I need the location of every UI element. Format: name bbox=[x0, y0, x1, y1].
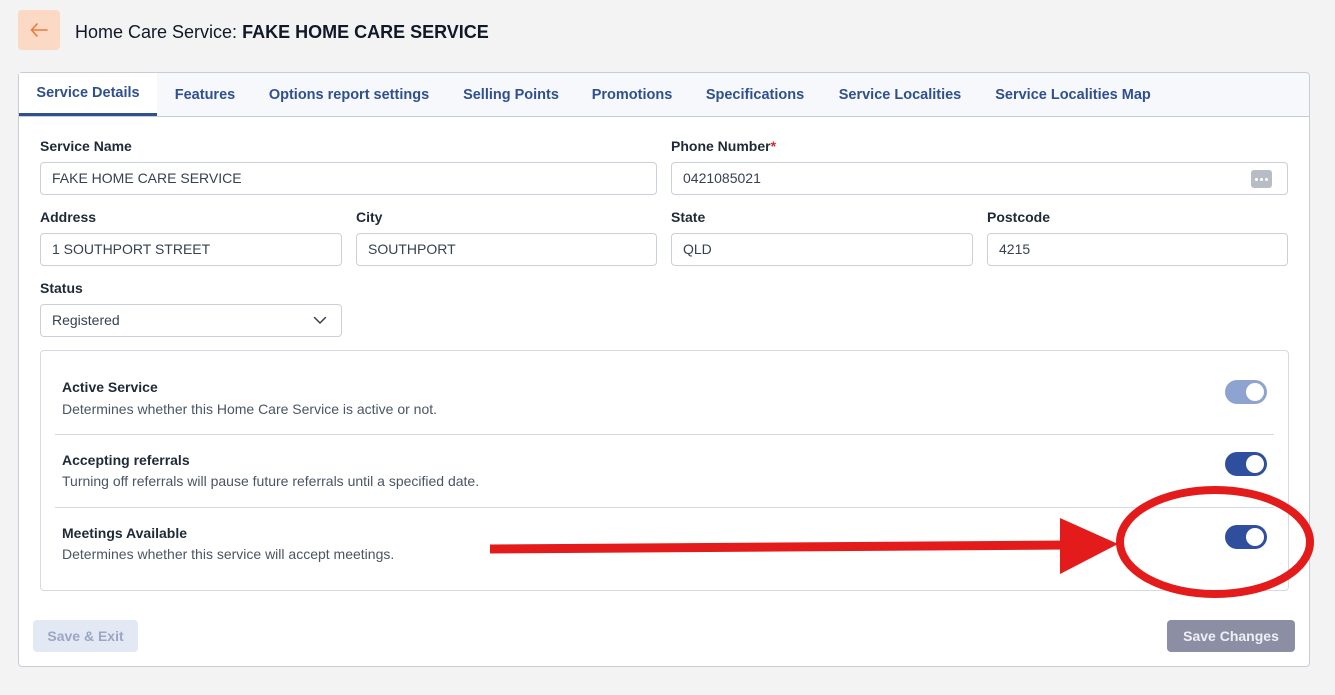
tab-features[interactable]: Features bbox=[165, 73, 245, 116]
service-name-label: Service Name bbox=[40, 138, 132, 154]
accepting-referrals-title: Accepting referrals bbox=[62, 452, 190, 468]
toggle-row-accepting-referrals: Accepting referrals Turning off referral… bbox=[55, 435, 1274, 508]
tab-selling-points[interactable]: Selling Points bbox=[456, 73, 566, 116]
phone-number-value: 0421085021 bbox=[683, 170, 761, 186]
save-changes-button[interactable]: Save Changes bbox=[1167, 620, 1295, 652]
tab-service-localities-map[interactable]: Service Localities Map bbox=[989, 73, 1157, 116]
status-select[interactable]: Registered bbox=[40, 304, 342, 337]
active-service-description: Determines whether this Home Care Servic… bbox=[62, 401, 438, 417]
accepting-referrals-toggle[interactable] bbox=[1225, 452, 1267, 476]
meetings-available-title: Meetings Available bbox=[62, 525, 188, 541]
arrow-left-icon bbox=[30, 23, 48, 37]
active-service-toggle[interactable] bbox=[1225, 380, 1267, 404]
tab-service-localities[interactable]: Service Localities bbox=[831, 73, 969, 116]
phone-number-input[interactable]: 0421085021 bbox=[671, 162, 1288, 195]
tab-bar: Service Details Features Options report … bbox=[19, 73, 1309, 117]
meetings-available-toggle[interactable] bbox=[1225, 525, 1267, 549]
phone-number-label: Phone Number* bbox=[671, 138, 776, 154]
toggle-row-meetings-available: Meetings Available Determines whether th… bbox=[55, 508, 1274, 578]
service-details-card: Service Details Features Options report … bbox=[18, 72, 1310, 667]
tab-promotions[interactable]: Promotions bbox=[585, 73, 679, 116]
page-title-service-name: FAKE HOME CARE SERVICE bbox=[242, 22, 489, 42]
city-input[interactable]: SOUTHPORT bbox=[356, 233, 657, 266]
tab-specifications[interactable]: Specifications bbox=[698, 73, 812, 116]
back-button[interactable] bbox=[18, 10, 60, 50]
accepting-referrals-description: Turning off referrals will pause future … bbox=[62, 473, 480, 489]
toggle-row-active-service: Active Service Determines whether this H… bbox=[55, 365, 1274, 435]
state-label: State bbox=[671, 209, 706, 225]
required-asterisk: * bbox=[770, 138, 777, 154]
state-input[interactable]: QLD bbox=[671, 233, 973, 266]
active-service-title: Active Service bbox=[62, 379, 158, 395]
status-selected-value: Registered bbox=[52, 312, 120, 328]
status-label: Status bbox=[40, 280, 83, 296]
chevron-down-icon bbox=[313, 316, 327, 324]
page-title: Home Care Service: FAKE HOME CARE SERVIC… bbox=[75, 22, 489, 43]
city-label: City bbox=[356, 209, 383, 225]
postcode-label: Postcode bbox=[987, 209, 1051, 225]
tab-options-report-settings[interactable]: Options report settings bbox=[261, 73, 437, 116]
save-exit-button[interactable]: Save & Exit bbox=[33, 620, 138, 652]
page-title-prefix: Home Care Service: bbox=[75, 22, 238, 42]
meetings-available-description: Determines whether this service will acc… bbox=[62, 546, 395, 562]
more-options-icon[interactable] bbox=[1251, 170, 1272, 188]
postcode-input[interactable]: 4215 bbox=[987, 233, 1288, 266]
address-label: Address bbox=[40, 209, 97, 225]
tab-service-details[interactable]: Service Details bbox=[19, 73, 157, 116]
phone-number-label-text: Phone Number bbox=[671, 138, 771, 154]
service-toggles-panel: Active Service Determines whether this H… bbox=[40, 350, 1289, 591]
address-input[interactable]: 1 SOUTHPORT STREET bbox=[40, 233, 342, 266]
service-name-input[interactable]: FAKE HOME CARE SERVICE bbox=[40, 162, 657, 195]
